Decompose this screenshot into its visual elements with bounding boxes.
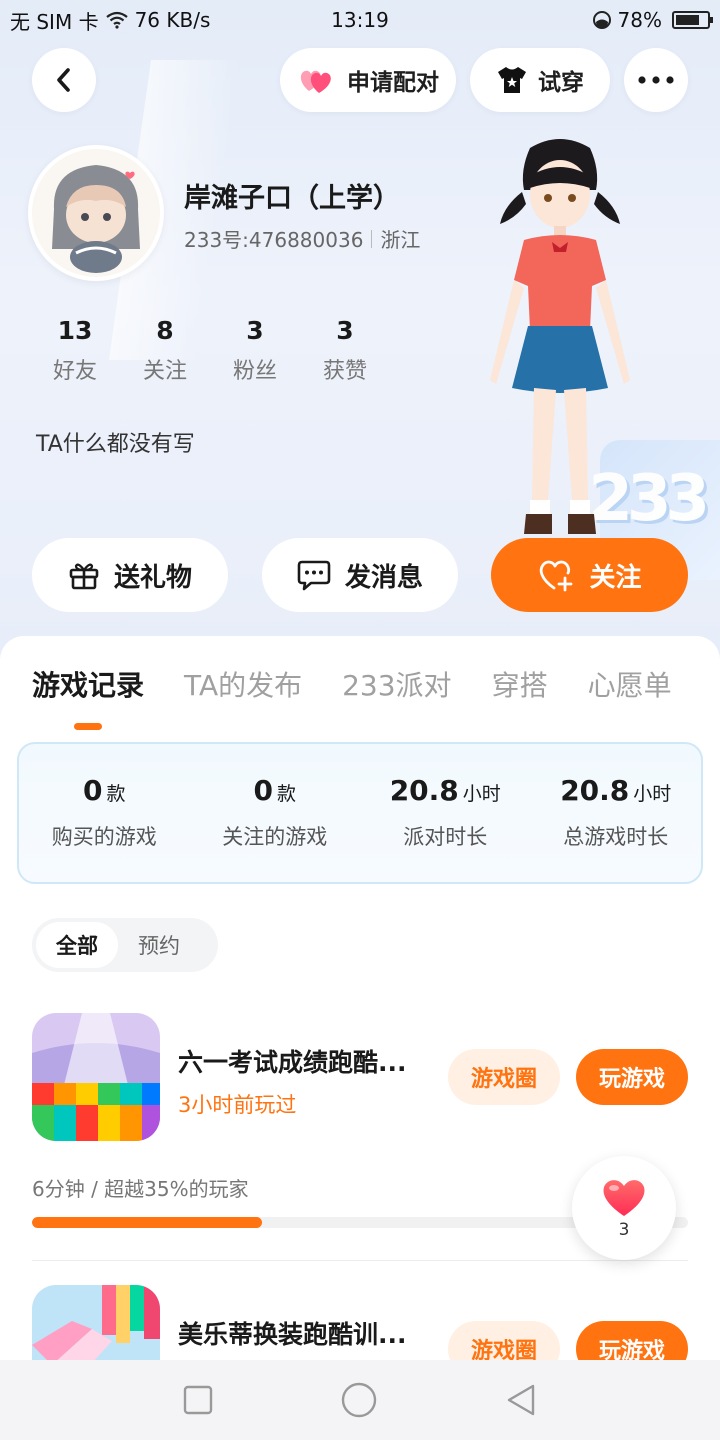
back-button[interactable]: [32, 48, 96, 112]
stat-number: 3: [336, 316, 354, 345]
summary-value: 0: [83, 774, 103, 807]
user-meta: 233号:476880036 浙江: [184, 224, 420, 253]
double-heart-icon: [300, 70, 331, 93]
last-played: 3小时前玩过: [178, 1093, 297, 1117]
more-button[interactable]: [624, 48, 688, 112]
follow-label: 关注: [589, 562, 642, 593]
summary-label: 派对时长: [403, 825, 488, 849]
summary-value: 20.8: [560, 774, 630, 807]
game-icon[interactable]: [32, 1013, 160, 1141]
game-title: 美乐蒂换装跑酷训...: [178, 1320, 407, 1349]
carrier-text: 无 SIM 卡: [10, 9, 99, 34]
stat-label: 关注: [142, 359, 187, 384]
send-gift-button[interactable]: 送礼物: [32, 538, 228, 612]
game-item[interactable]: 美乐蒂换装跑酷训... 游戏圈 玩游戏: [32, 1285, 688, 1360]
network-speed: 76 KB/s: [134, 8, 211, 32]
nickname: 岸滩子口（上学）: [184, 183, 400, 214]
request-match-button[interactable]: 申请配对: [280, 48, 456, 112]
stat-friends[interactable]: 13 好友: [30, 316, 120, 385]
like-count: 3: [618, 1220, 630, 1240]
try-on-label: 试穿: [538, 70, 584, 96]
like-float-button[interactable]: 3: [572, 1156, 676, 1260]
game-icon[interactable]: [32, 1285, 160, 1360]
stat-label: 获赞: [322, 359, 367, 384]
gift-icon: [69, 563, 99, 590]
summary-total-time: 20.8 小时 总游戏时长: [531, 744, 702, 882]
tab-posts[interactable]: TA的发布: [184, 664, 302, 704]
summary-followed: 0款 关注的游戏: [190, 744, 361, 882]
chevron-left-icon: [57, 68, 70, 92]
avatar-image: [32, 149, 160, 277]
filter-reserved[interactable]: 预约: [118, 922, 200, 968]
follow-button[interactable]: 关注: [491, 538, 688, 612]
stat-label: 粉丝: [232, 359, 277, 384]
summary-unit: 小时: [462, 783, 501, 805]
avatar-character: [490, 139, 630, 534]
wifi-icon: [105, 11, 128, 29]
play-progress-text: 6分钟 / 超越35%的玩家: [32, 1177, 249, 1201]
tab-party[interactable]: 233派对: [342, 664, 451, 704]
avatar[interactable]: [28, 145, 164, 281]
try-on-button[interactable]: 试穿: [470, 48, 610, 112]
stat-number: 3: [246, 316, 264, 345]
game-cover-image: [32, 1285, 160, 1360]
status-bar: 无 SIM 卡 76 KB/s 13:19 78%: [0, 0, 720, 40]
bio-text: TA什么都没有写: [36, 432, 195, 457]
tab-wishlist[interactable]: 心愿单: [588, 664, 672, 704]
more-dots-icon: [638, 76, 674, 84]
stat-fans[interactable]: 3 粉丝: [210, 316, 300, 385]
back-nav-icon[interactable]: [505, 1383, 537, 1417]
home-icon[interactable]: [340, 1381, 378, 1419]
filter-all[interactable]: 全部: [36, 922, 118, 968]
tshirt-icon: [498, 67, 526, 93]
stat-number: 13: [57, 316, 93, 345]
heart-plus-icon: [540, 560, 573, 592]
user-id: 233号:476880036: [184, 228, 364, 252]
stat-number: 8: [156, 316, 174, 345]
game-title: 六一考试成绩跑酷...: [178, 1048, 407, 1077]
user-region: 浙江: [380, 228, 421, 252]
chat-bubble-icon: [297, 560, 331, 591]
summary-party-time: 20.8 小时 派对时长: [360, 744, 531, 882]
summary-unit: 款: [106, 783, 126, 805]
stat-label: 好友: [52, 359, 97, 384]
send-message-label: 发消息: [344, 562, 423, 593]
summary-value: 20.8: [389, 774, 459, 807]
summary-value: 0: [253, 774, 273, 807]
summary-label: 关注的游戏: [222, 825, 328, 849]
game-filter: 全部 预约: [32, 918, 218, 972]
request-match-label: 申请配对: [347, 70, 439, 96]
play-game-button[interactable]: 玩游戏: [576, 1049, 688, 1105]
stat-following[interactable]: 8 关注: [120, 316, 210, 385]
battery-percent: 78%: [617, 8, 662, 32]
system-nav-bar: [0, 1360, 720, 1440]
play-progress-fill: [32, 1217, 262, 1228]
send-gift-label: 送礼物: [113, 562, 192, 593]
summary-label: 总游戏时长: [563, 825, 669, 849]
game-summary-card: 0款 购买的游戏 0款 关注的游戏 20.8 小时 派对时长 20.8 小时 总游戏…: [17, 742, 703, 884]
profile-tabs: 游戏记录 TA的发布 233派对 穿搭 心愿单: [32, 664, 672, 704]
summary-purchased: 0款 购买的游戏: [19, 744, 190, 882]
game-circle-button[interactable]: 游戏圈: [448, 1049, 560, 1105]
summary-unit: 小时: [633, 783, 672, 805]
tab-game-records[interactable]: 游戏记录: [32, 664, 144, 704]
divider: [32, 1260, 688, 1261]
play-game-button[interactable]: 玩游戏: [576, 1321, 688, 1360]
divider: [371, 229, 373, 248]
data-saver-icon: [592, 11, 611, 29]
summary-unit: 款: [276, 783, 296, 805]
profile-stats: 13 好友 8 关注 3 粉丝 3 获赞: [30, 316, 390, 385]
recent-apps-icon[interactable]: [183, 1385, 213, 1415]
heart-icon: [603, 1180, 645, 1216]
game-circle-button[interactable]: 游戏圈: [448, 1321, 560, 1360]
tab-outfits[interactable]: 穿搭: [492, 664, 548, 704]
summary-label: 购买的游戏: [51, 825, 157, 849]
stat-likes[interactable]: 3 获赞: [300, 316, 390, 385]
game-cover-image: [32, 1013, 160, 1141]
battery-icon: [672, 11, 713, 29]
send-message-button[interactable]: 发消息: [262, 538, 458, 612]
